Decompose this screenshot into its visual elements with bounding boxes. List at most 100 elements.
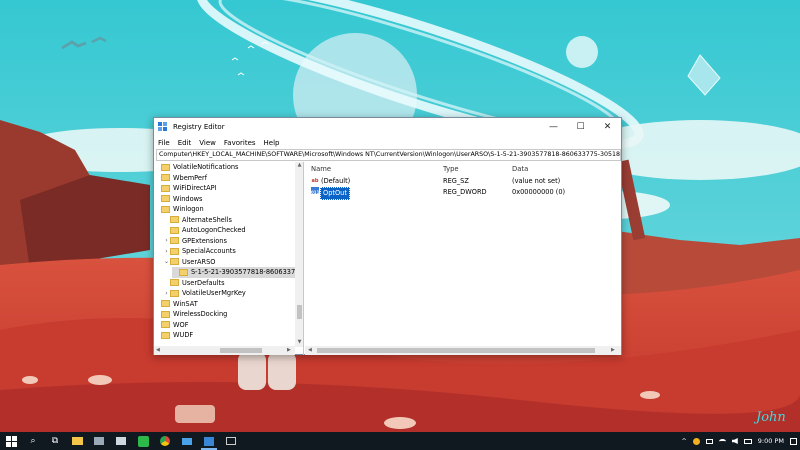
- line-app-icon[interactable]: [132, 432, 154, 450]
- value-type: REG_DWORD: [443, 188, 487, 196]
- window-title: Registry Editor: [173, 123, 225, 131]
- tree-item-label: Winlogon: [173, 205, 204, 214]
- close-button[interactable]: ✕: [594, 118, 621, 136]
- minimize-button[interactable]: —: [540, 118, 567, 136]
- menu-help[interactable]: Help: [264, 139, 280, 147]
- tree-item-label: WbemPerf: [173, 173, 208, 182]
- value-name-selected[interactable]: OptOut: [320, 187, 350, 200]
- title-bar[interactable]: Registry Editor — ☐ ✕: [154, 118, 621, 136]
- string-value-icon: ab: [311, 178, 319, 184]
- dword-value-icon: 011: [311, 187, 319, 195]
- tree-item[interactable]: WbemPerf: [154, 173, 207, 184]
- tree-item-label: Windows: [173, 194, 203, 203]
- value-data: (value not set): [512, 177, 561, 185]
- folder-icon: [161, 310, 170, 318]
- tree-item-label: GPExtensions: [182, 236, 227, 245]
- scroll-left-icon[interactable]: ◀: [156, 346, 160, 355]
- mail-icon[interactable]: [176, 432, 198, 450]
- chevron-right-icon[interactable]: ›: [163, 248, 170, 255]
- tree-item-label: VolatileNotifications: [173, 163, 239, 172]
- tree-item[interactable]: WirelessDocking: [154, 309, 227, 320]
- folder-icon: [170, 247, 179, 255]
- notification-app-icon[interactable]: [692, 437, 700, 445]
- menu-favorites[interactable]: Favorites: [224, 139, 256, 147]
- values-list[interactable]: Name Type Data ab (Default) REG_SZ (valu…: [305, 162, 621, 355]
- tree-item[interactable]: WUDF: [154, 330, 193, 341]
- windows-logo-icon: [5, 435, 17, 447]
- tree-item[interactable]: ⌄ UserARSO: [163, 257, 216, 268]
- tree-item-label: WiFiDirectAPI: [173, 184, 217, 193]
- menu-view[interactable]: View: [199, 139, 216, 147]
- tree-item[interactable]: VolatileNotifications: [154, 162, 238, 173]
- chevron-down-icon[interactable]: ⌄: [163, 258, 170, 265]
- tree-item[interactable]: Winlogon: [154, 204, 204, 215]
- tree-item[interactable]: AlternateShells: [163, 215, 232, 226]
- terminal-icon[interactable]: [220, 432, 242, 450]
- maximize-button[interactable]: ☐: [567, 118, 594, 136]
- value-name: (Default): [321, 177, 351, 185]
- value-type: REG_SZ: [443, 177, 469, 185]
- network-icon[interactable]: [705, 438, 713, 444]
- registry-editor-taskbar-icon[interactable]: [198, 432, 220, 450]
- keyboard-icon[interactable]: [743, 438, 752, 444]
- tree-item[interactable]: WiFiDirectAPI: [154, 183, 217, 194]
- tree-item[interactable]: Windows: [154, 194, 202, 205]
- scroll-right-icon[interactable]: ▶: [611, 346, 615, 355]
- volume-icon[interactable]: [731, 438, 738, 444]
- system-tray: ^ 9:00 PM: [678, 437, 800, 445]
- folder-icon: [170, 279, 179, 287]
- task-view-icon[interactable]: ⧉: [44, 432, 66, 450]
- chevron-right-icon[interactable]: ›: [163, 290, 170, 297]
- tree-item[interactable]: › GPExtensions: [163, 236, 227, 247]
- tree-item[interactable]: › VolatileUserMgrKey: [163, 288, 246, 299]
- notifications-icon[interactable]: [790, 437, 797, 445]
- file-explorer-icon[interactable]: [66, 432, 88, 450]
- values-hscroll-thumb[interactable]: [317, 348, 595, 353]
- menu-edit[interactable]: Edit: [178, 139, 192, 147]
- folder-icon: [161, 321, 170, 329]
- folder-icon: [170, 237, 179, 245]
- value-row-default[interactable]: ab (Default) REG_SZ (value not set): [305, 176, 621, 187]
- column-type-header[interactable]: Type: [443, 162, 459, 176]
- tree-scroll-thumb[interactable]: [297, 305, 302, 319]
- tree-item[interactable]: S-1-5-21-3903577818-860633775-3: [172, 267, 304, 278]
- chrome-icon[interactable]: [154, 432, 176, 450]
- tree-item[interactable]: WOF: [154, 320, 189, 331]
- scroll-left-icon[interactable]: ◀: [308, 346, 312, 355]
- app-icon-2[interactable]: [110, 432, 132, 450]
- search-icon[interactable]: ⌕: [22, 432, 44, 450]
- key-tree[interactable]: WUDF WOF WirelessDocking WinSAT › VolatileUse…: [154, 162, 304, 355]
- value-row-optout[interactable]: 011 OptOut REG_DWORD 0x00000000 (0): [305, 187, 621, 200]
- registry-editor-window[interactable]: Registry Editor — ☐ ✕ File Edit View Fav…: [153, 117, 622, 355]
- tree-item[interactable]: UserDefaults: [163, 278, 225, 289]
- tree-item[interactable]: AutoLogonChecked: [163, 225, 246, 236]
- tree-hscroll-thumb[interactable]: [220, 348, 262, 353]
- menu-bar: File Edit View Favorites Help: [154, 136, 621, 149]
- tree-item-label: UserDefaults: [182, 278, 225, 287]
- start-button[interactable]: [0, 432, 22, 450]
- tree-item[interactable]: WinSAT: [154, 299, 198, 310]
- chevron-right-icon[interactable]: ›: [163, 237, 170, 244]
- tree-item-label: S-1-5-21-3903577818-860633775-3: [191, 268, 304, 277]
- tree-item-label: AlternateShells: [182, 215, 232, 224]
- clock[interactable]: 9:00 PM: [758, 437, 784, 445]
- wifi-icon[interactable]: [718, 438, 726, 444]
- folder-icon: [170, 216, 179, 224]
- menu-file[interactable]: File: [158, 139, 170, 147]
- tree-item-label: VolatileUserMgrKey: [182, 289, 246, 298]
- registry-editor-icon: [158, 122, 168, 132]
- scroll-right-icon[interactable]: ▶: [287, 346, 291, 355]
- address-bar[interactable]: Computer\HKEY_LOCAL_MACHINE\SOFTWARE\Mic…: [156, 149, 621, 161]
- show-hidden-icons-icon[interactable]: ^: [681, 437, 686, 445]
- scroll-up-icon[interactable]: ▲: [295, 162, 303, 170]
- tree-item-label: WOF: [173, 320, 189, 329]
- tree-item-label: AutoLogonChecked: [182, 226, 246, 235]
- tree-vertical-scrollbar[interactable]: ▲ ▼: [295, 162, 303, 347]
- column-name-header[interactable]: Name: [311, 162, 331, 176]
- tree-horizontal-scrollbar[interactable]: ◀ ▶: [154, 346, 295, 355]
- values-horizontal-scrollbar[interactable]: ◀ ▶: [305, 346, 621, 355]
- tree-item[interactable]: › SpecialAccounts: [163, 246, 236, 257]
- column-data-header[interactable]: Data: [512, 162, 528, 176]
- scroll-down-icon[interactable]: ▼: [295, 339, 303, 347]
- app-icon-1[interactable]: [88, 432, 110, 450]
